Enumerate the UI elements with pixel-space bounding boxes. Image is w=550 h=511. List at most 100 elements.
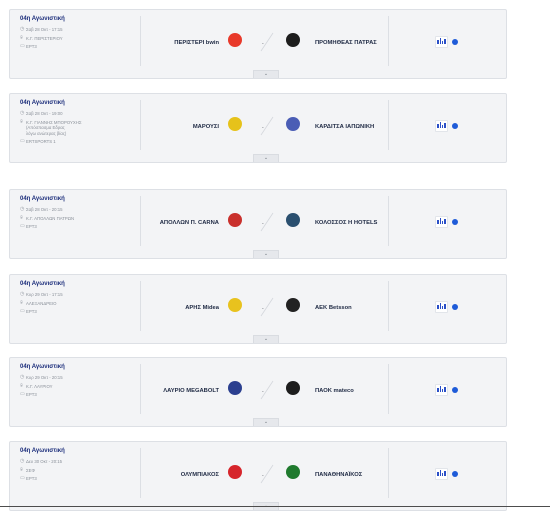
date-row: ◷ Κυρ 29 Οκτ - 20:15 bbox=[20, 374, 145, 381]
bar-chart-icon bbox=[444, 387, 446, 392]
home-team-name[interactable]: ΛΑΥΡΙΟ MEGABOLT bbox=[163, 388, 219, 394]
column-divider bbox=[388, 16, 389, 66]
expand-details-button[interactable]: ⌄ bbox=[253, 418, 279, 426]
tv-text: ΕΡΤ3 bbox=[26, 224, 37, 229]
home-team-name[interactable]: ΟΛΥΜΠΙΑΚΟΣ bbox=[181, 472, 219, 478]
chevron-down-icon: ⌄ bbox=[263, 155, 269, 161]
score-separator: - bbox=[262, 41, 264, 47]
match-info: 04η Αγωνιστική ◷ Σαβ 28 Οκτ - 19:00 ⌾ Κ.Γ. Γ… bbox=[20, 100, 145, 148]
away-team-logo[interactable] bbox=[286, 381, 300, 395]
home-team-name[interactable]: ΑΠΟΛΛΩΝ Π. CARNA bbox=[160, 220, 219, 226]
column-divider bbox=[388, 448, 389, 498]
score-separator-slash bbox=[260, 212, 274, 232]
stats-button[interactable] bbox=[435, 216, 448, 228]
venue-text: Κ.Γ. ΛΑΥΡΙΟΥ bbox=[26, 383, 53, 389]
column-divider bbox=[388, 100, 389, 150]
bar-chart-icon bbox=[437, 388, 439, 392]
match-card: 04η Αγωνιστική ◷ Κυρ 29 Οκτ - 20:15 ⌾ Κ.Γ. Λ… bbox=[9, 357, 507, 427]
away-team-logo[interactable] bbox=[286, 298, 300, 312]
bar-chart-icon bbox=[442, 41, 444, 44]
home-team-name[interactable]: ΑΡΗΣ Midea bbox=[185, 305, 219, 311]
match-info: 04η Αγωνιστική ◷ Κυρ 29 Οκτ - 20:15 ⌾ Κ.Γ. Λ… bbox=[20, 364, 145, 401]
bar-chart-icon bbox=[437, 220, 439, 224]
bar-chart-icon bbox=[442, 306, 444, 309]
chevron-down-icon: ⌄ bbox=[263, 251, 269, 257]
expand-details-button[interactable]: ⌄ bbox=[253, 250, 279, 258]
venue-row: ⌾ Κ.Γ. ΑΠΟΛΛΩΝ ΠΑΤΡΩΝ bbox=[20, 215, 145, 222]
away-team-logo[interactable] bbox=[286, 465, 300, 479]
bar-chart-icon bbox=[442, 125, 444, 128]
tv-row: ▭ ΕΡΤ3 bbox=[20, 308, 145, 315]
bar-chart-icon bbox=[439, 303, 441, 309]
bar-chart-icon bbox=[437, 472, 439, 476]
page-bottom-divider bbox=[0, 506, 550, 507]
expand-details-button[interactable]: ⌄ bbox=[253, 70, 279, 78]
stats-button[interactable] bbox=[435, 384, 448, 396]
score-separator: - bbox=[262, 221, 264, 227]
match-card: 04η Αγωνιστική ◷ Σαβ 28 Οκτ - 19:00 ⌾ Κ.Γ. Γ… bbox=[9, 93, 507, 163]
stats-button[interactable] bbox=[435, 468, 448, 480]
bar-chart-icon bbox=[437, 305, 439, 309]
home-team-logo[interactable] bbox=[228, 298, 242, 312]
tv-row: ▭ ΕΡΤ3 bbox=[20, 475, 145, 482]
live-indicator-dot[interactable] bbox=[452, 471, 458, 477]
match-info: 04η Αγωνιστική ◷ Σαβ 28 Οκτ - 20:15 ⌾ Κ.Γ. Α… bbox=[20, 196, 145, 233]
match-info: 04η Αγωνιστική ◷ Σαβ 28 Οκτ - 17:15 ⌾ Κ.Γ. Π… bbox=[20, 16, 145, 53]
live-indicator-dot[interactable] bbox=[452, 39, 458, 45]
score-separator: - bbox=[262, 125, 264, 131]
away-team-logo[interactable] bbox=[286, 213, 300, 227]
home-team-logo[interactable] bbox=[228, 381, 242, 395]
date-row: ◷ Δευ 30 Οκτ - 20:15 bbox=[20, 458, 145, 465]
expand-details-button[interactable]: ⌄ bbox=[253, 335, 279, 343]
away-team-name[interactable]: ΠΑΟΚ mateco bbox=[315, 388, 354, 394]
venue-text: Κ.Γ. ΑΠΟΛΛΩΝ ΠΑΤΡΩΝ bbox=[26, 215, 75, 221]
away-team-logo[interactable] bbox=[286, 117, 300, 131]
away-team-logo[interactable] bbox=[286, 33, 300, 47]
home-team-logo[interactable] bbox=[228, 33, 242, 47]
venue-text: Κ.Γ. ΠΕΡΙΣΤΕΡΙΟΥ bbox=[26, 35, 63, 41]
tv-text: ΕΡΤ3 bbox=[26, 476, 37, 481]
match-list: 04η Αγωνιστική ◷ Σαβ 28 Οκτ - 17:15 ⌾ Κ.Γ. Π… bbox=[0, 0, 550, 511]
away-team-name[interactable]: ΑΕΚ Betsson bbox=[315, 305, 352, 311]
round-title: 04η Αγωνιστική bbox=[20, 364, 65, 370]
stats-button[interactable] bbox=[435, 36, 448, 48]
bar-chart-icon bbox=[439, 470, 441, 476]
away-team-name[interactable]: ΠΡΟΜΗΘΕΑΣ ΠΑΤΡΑΣ bbox=[315, 40, 377, 46]
column-divider bbox=[140, 281, 141, 331]
bar-chart-icon bbox=[444, 39, 446, 44]
away-team-name[interactable]: ΚΟΛΟΣΣΟΣ Η HOTELS bbox=[315, 220, 377, 226]
home-team-name[interactable]: ΠΕΡΙΣΤΕΡΙ bwin bbox=[174, 40, 219, 46]
expand-details-button[interactable]: ⌄ bbox=[253, 154, 279, 162]
venue-row: ⌾ Κ.Γ. ΓΙΑΝΝΗΣ ΜΠΟΡΟΥΧΗΣ (Απόσπασμα Εδρας… bbox=[20, 119, 145, 137]
home-team-logo[interactable] bbox=[228, 213, 242, 227]
stats-button[interactable] bbox=[435, 301, 448, 313]
tv-text: ΕΡΤ3 bbox=[26, 44, 37, 49]
column-divider bbox=[140, 448, 141, 498]
away-team-name[interactable]: ΚΑΡΔΙΤΣΑ ΙΑΠΩΝΙΚΗ bbox=[315, 124, 374, 130]
score-separator-slash bbox=[260, 464, 274, 484]
bar-chart-icon bbox=[437, 40, 439, 44]
tv-text: ERTSPORTS 1 bbox=[26, 139, 56, 144]
venue-text: ΑΛΕΞΑΝΔΡΕΙΟ bbox=[26, 300, 57, 306]
away-team-name[interactable]: ΠΑΝΑΘΗΝΑΪΚΟΣ bbox=[315, 472, 362, 478]
home-team-logo[interactable] bbox=[228, 465, 242, 479]
stats-button[interactable] bbox=[435, 120, 448, 132]
home-team-name[interactable]: ΜΑΡΟΥΣΙ bbox=[193, 124, 219, 130]
live-indicator-dot[interactable] bbox=[452, 123, 458, 129]
live-indicator-dot[interactable] bbox=[452, 219, 458, 225]
bar-chart-icon bbox=[444, 304, 446, 309]
date-row: ◷ Σαβ 28 Οκτ - 19:00 bbox=[20, 110, 145, 117]
venue-row: ⌾ ΣΕΦ bbox=[20, 467, 145, 474]
round-title: 04η Αγωνιστική bbox=[20, 100, 65, 106]
home-team-logo[interactable] bbox=[228, 117, 242, 131]
venue-row: ⌾ Κ.Γ. ΛΑΥΡΙΟΥ bbox=[20, 383, 145, 390]
score-separator-slash bbox=[260, 116, 274, 136]
date-text: Σαβ 28 Οκτ - 20:15 bbox=[26, 207, 63, 212]
column-divider bbox=[140, 196, 141, 246]
round-title: 04η Αγωνιστική bbox=[20, 196, 65, 202]
bar-chart-icon bbox=[442, 221, 444, 224]
match-info: 04η Αγωνιστική ◷ Κυρ 29 Οκτ - 17:15 ⌾ ΑΛΕΞΑΝ… bbox=[20, 281, 145, 318]
live-indicator-dot[interactable] bbox=[452, 387, 458, 393]
venue-text: ΣΕΦ bbox=[26, 467, 35, 473]
live-indicator-dot[interactable] bbox=[452, 304, 458, 310]
